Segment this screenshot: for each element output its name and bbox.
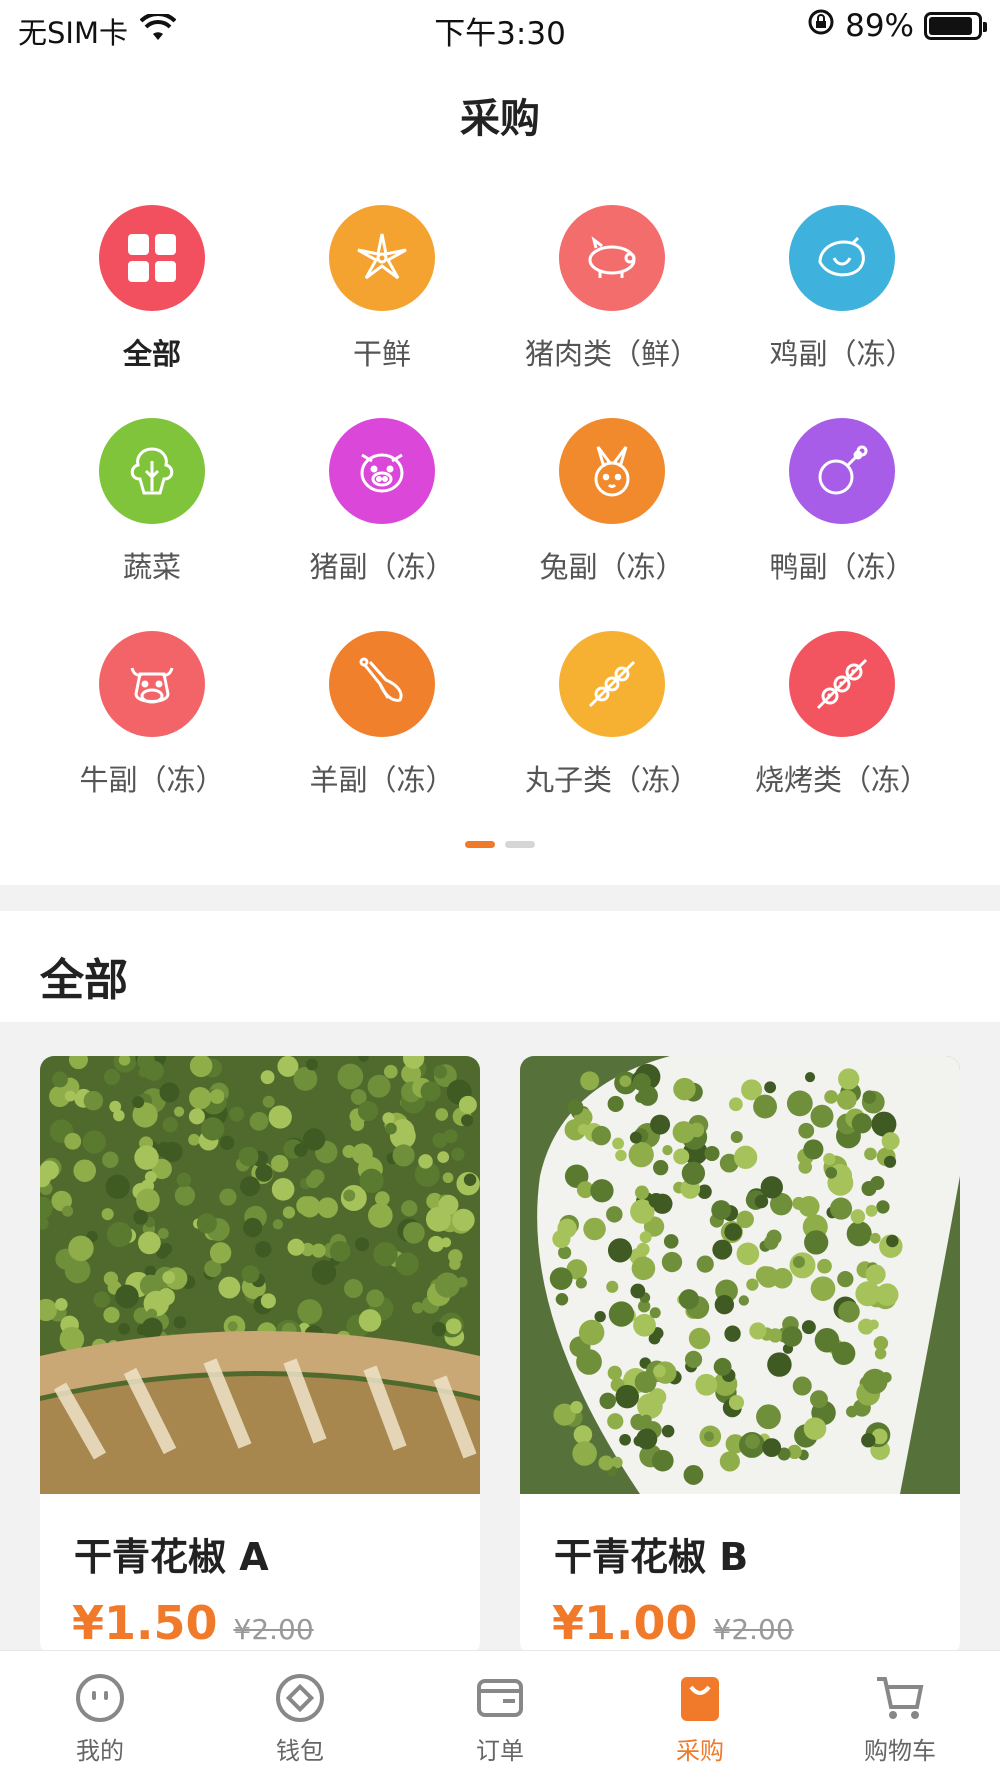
product-name: 干青花椒 A xyxy=(74,1535,269,1579)
tab-cart[interactable]: 购物车 xyxy=(800,1651,1000,1778)
product-name: 干青花椒 B xyxy=(554,1535,749,1579)
category-label: 干鲜 xyxy=(352,337,411,371)
drumstick-icon xyxy=(789,418,895,524)
category-all[interactable]: 全部 xyxy=(37,205,267,373)
category-beef-frozen[interactable]: 牛副（冻） xyxy=(37,631,267,799)
bbq-skewer-icon xyxy=(789,631,895,737)
category-label: 鸡副（冻） xyxy=(769,337,915,371)
chicken-icon xyxy=(789,205,895,311)
tab-purchase[interactable]: 采购 xyxy=(600,1651,800,1778)
wallet-icon xyxy=(400,1671,600,1725)
price-row: ¥1.00 ¥2.00 xyxy=(552,1596,794,1650)
tab-label: 订单 xyxy=(476,1737,524,1765)
coin-icon xyxy=(200,1671,400,1725)
product-image xyxy=(40,1056,480,1494)
category-meatballs-frozen[interactable]: 丸子类（冻） xyxy=(497,631,727,799)
skewer-icon xyxy=(559,631,665,737)
category-label: 丸子类（冻） xyxy=(524,763,699,797)
category-label: 兔副（冻） xyxy=(539,550,685,584)
rotation-lock-icon xyxy=(807,8,835,44)
page-dot-2[interactable] xyxy=(505,841,535,848)
status-bar: 无SIM卡 下午3:30 89% xyxy=(0,0,1000,56)
star-anise-icon xyxy=(329,205,435,311)
tab-mine[interactable]: 我的 xyxy=(0,1651,200,1778)
product-old-price: ¥2.00 xyxy=(233,1613,314,1646)
grid-icon xyxy=(99,205,205,311)
category-label: 猪肉类（鲜） xyxy=(524,337,699,371)
category-bbq-frozen[interactable]: 烧烤类（冻） xyxy=(727,631,957,799)
category-label: 鸭副（冻） xyxy=(769,550,915,584)
status-right: 89% xyxy=(807,8,987,44)
smiley-face-icon xyxy=(0,1671,200,1725)
rabbit-icon xyxy=(559,418,665,524)
category-label: 全部 xyxy=(122,337,181,371)
product-price: ¥1.50 xyxy=(72,1596,218,1650)
tab-orders[interactable]: 订单 xyxy=(400,1651,600,1778)
product-list: 干青花椒 A ¥1.50 ¥2.00 干青花椒 B ¥1.00 ¥2.00 xyxy=(0,1022,1000,1656)
category-label: 羊副（冻） xyxy=(309,763,455,797)
product-card[interactable]: 干青花椒 A ¥1.50 ¥2.00 xyxy=(40,1056,480,1656)
category-lamb-frozen[interactable]: 羊副（冻） xyxy=(267,631,497,799)
tab-label: 钱包 xyxy=(276,1737,324,1765)
category-chicken-frozen[interactable]: 鸡副（冻） xyxy=(727,205,957,373)
product-image xyxy=(520,1056,960,1494)
pig-face-icon xyxy=(329,418,435,524)
cow-icon xyxy=(99,631,205,737)
category-label: 牛副（冻） xyxy=(79,763,225,797)
section-divider xyxy=(0,885,1000,911)
tab-bar: 我的 钱包 订单 采购 购物车 xyxy=(0,1650,1000,1778)
tab-wallet[interactable]: 钱包 xyxy=(200,1651,400,1778)
category-pork-fresh[interactable]: 猪肉类（鲜） xyxy=(497,205,727,373)
category-vegetables[interactable]: 蔬菜 xyxy=(37,418,267,586)
shopping-bag-icon xyxy=(600,1671,800,1725)
price-row: ¥1.50 ¥2.00 xyxy=(72,1596,314,1650)
product-old-price: ¥2.00 xyxy=(713,1613,794,1646)
tab-label: 我的 xyxy=(76,1737,124,1765)
tab-label: 采购 xyxy=(676,1737,724,1765)
category-dried[interactable]: 干鲜 xyxy=(267,205,497,373)
page-dot-1[interactable] xyxy=(465,841,495,848)
section-title: 全部 xyxy=(40,955,128,1006)
category-pork-offal-frozen[interactable]: 猪副（冻） xyxy=(267,418,497,586)
page-indicator[interactable] xyxy=(0,841,1000,848)
lamb-leg-icon xyxy=(329,631,435,737)
battery-icon xyxy=(924,12,987,40)
category-label: 蔬菜 xyxy=(122,550,181,584)
product-price: ¥1.00 xyxy=(552,1596,698,1650)
tab-label: 购物车 xyxy=(864,1737,936,1765)
category-label: 烧烤类（冻） xyxy=(754,763,929,797)
vegetable-icon xyxy=(99,418,205,524)
category-label: 猪副（冻） xyxy=(309,550,455,584)
category-duck-frozen[interactable]: 鸭副（冻） xyxy=(727,418,957,586)
category-rabbit-frozen[interactable]: 兔副（冻） xyxy=(497,418,727,586)
cart-icon xyxy=(800,1671,1000,1725)
pig-icon xyxy=(559,205,665,311)
page-title: 采购 xyxy=(460,96,540,142)
product-card[interactable]: 干青花椒 B ¥1.00 ¥2.00 xyxy=(520,1056,960,1656)
battery-percent: 89% xyxy=(845,8,914,44)
